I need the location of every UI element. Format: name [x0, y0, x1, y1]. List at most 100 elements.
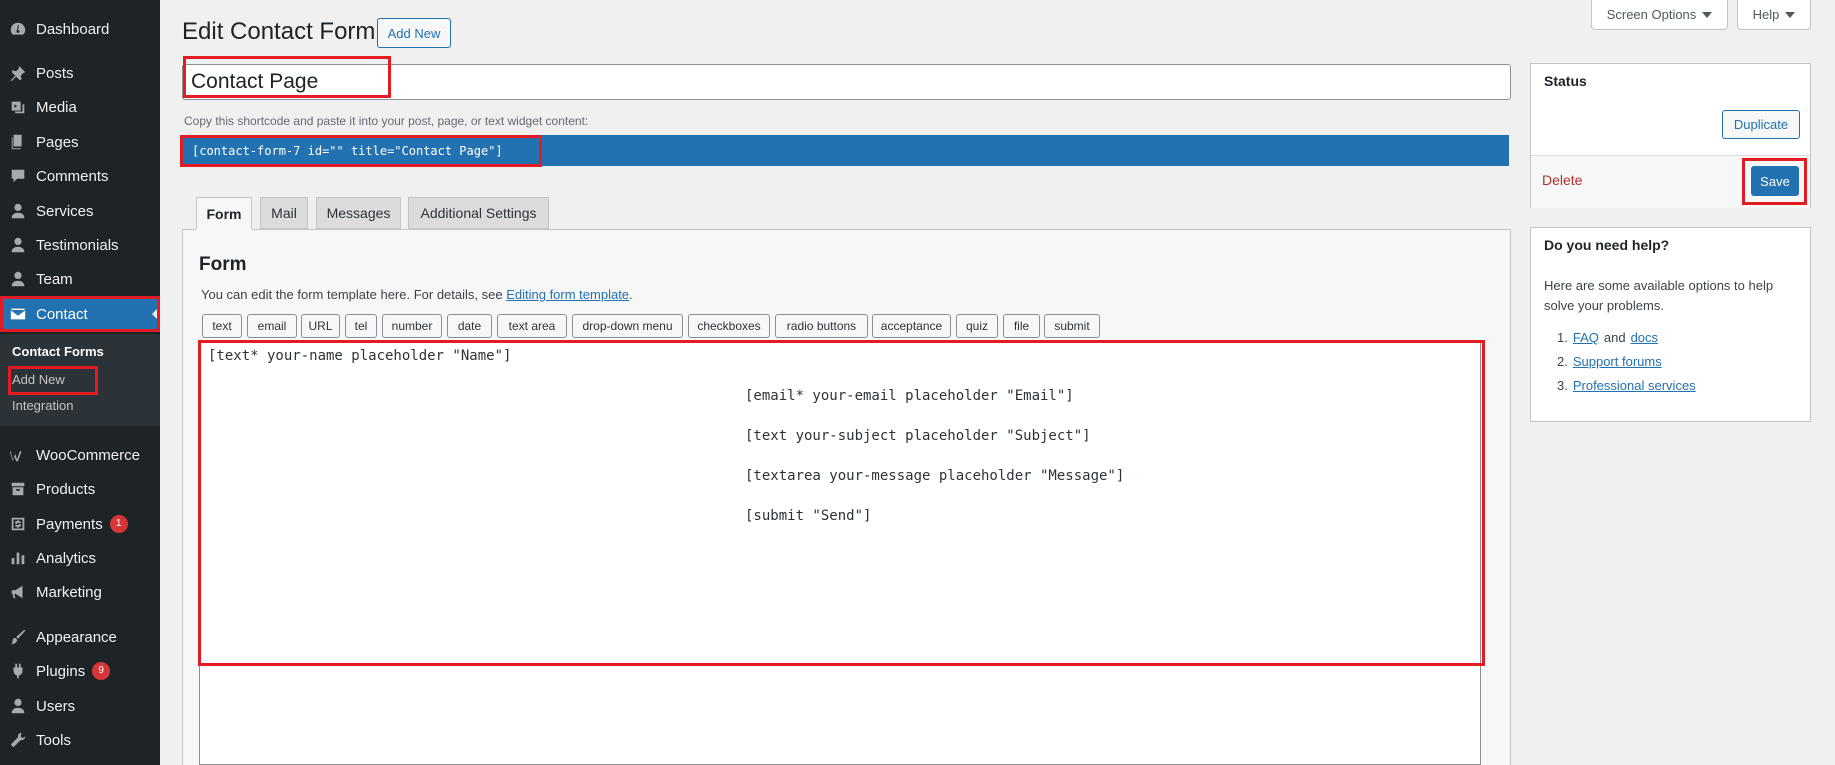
user-icon [0, 696, 36, 716]
pin-icon [0, 63, 36, 83]
submenu-add-new[interactable]: Add New [12, 372, 65, 387]
panel-description-suffix: . [629, 287, 633, 302]
sidebar-item-woocommerce[interactable]: WooCommerce [0, 438, 160, 472]
form-template-editor[interactable]: [text* your-name placeholder "Name"] [em… [199, 342, 1481, 765]
sidebar-item-comments[interactable]: Comments [0, 159, 160, 193]
sidebar-item-appearance[interactable]: Appearance [0, 620, 160, 654]
wrench-icon [0, 730, 36, 750]
sidebar-item-media[interactable]: Media [0, 90, 160, 124]
plugin-icon [0, 661, 36, 681]
duplicate-button[interactable]: Duplicate [1722, 110, 1800, 139]
list-number: 1. [1557, 330, 1568, 345]
template-line: [textarea your-message placeholder "Mess… [745, 468, 1125, 484]
sidebar-item-tools[interactable]: Tools [0, 723, 160, 757]
media-icon [0, 97, 36, 117]
sidebar-item-analytics[interactable]: Analytics [0, 541, 160, 575]
sidebar-item-pages[interactable]: Pages [0, 125, 160, 159]
save-button[interactable]: Save [1751, 166, 1799, 196]
tab-form[interactable]: Form [196, 197, 252, 230]
help-box-title: Do you need help? [1544, 237, 1670, 253]
tag-button-radio-buttons[interactable]: radio buttons [775, 314, 868, 338]
tag-button-checkboxes[interactable]: checkboxes [688, 314, 770, 338]
list-item: 1. FAQ and docs [1557, 330, 1696, 354]
submenu-contact-forms[interactable]: Contact Forms [12, 344, 104, 359]
tag-button-text-area[interactable]: text area [497, 314, 567, 338]
tag-button-quiz[interactable]: quiz [956, 314, 998, 338]
template-line: [text your-subject placeholder "Subject"… [745, 428, 1091, 444]
archive-icon [0, 479, 36, 499]
tag-button-email[interactable]: email [247, 314, 297, 338]
sidebar-item-plugins[interactable]: Plugins 9 [0, 654, 160, 688]
template-line: [submit "Send"] [745, 508, 872, 524]
plugins-count-badge: 9 [92, 662, 111, 680]
contact-submenu: Contact Forms Add New Integration [0, 334, 160, 426]
help-label: Help [1752, 7, 1780, 22]
list-item: 3. Professional services [1557, 378, 1696, 402]
screen-options-label: Screen Options [1606, 7, 1697, 22]
brush-icon [0, 627, 36, 647]
help-box-text: Here are some available options to help … [1544, 278, 1774, 313]
template-line: [email* your-email placeholder "Email"] [745, 388, 1074, 404]
sidebar-item-team[interactable]: Team [0, 262, 160, 296]
sidebar-item-dashboard[interactable]: Dashboard [0, 12, 160, 46]
sidebar-item-products[interactable]: Products [0, 472, 160, 506]
docs-link[interactable]: docs [1631, 330, 1658, 354]
tag-button-number[interactable]: number [382, 314, 442, 338]
shortcode-hint: Copy this shortcode and paste it into yo… [184, 114, 589, 128]
tag-button-submit[interactable]: submit [1044, 314, 1100, 338]
shortcode-field[interactable]: [contact-form-7 id="" title="Contact Pag… [182, 135, 1509, 166]
and-text: and [1603, 330, 1626, 345]
submenu-integration[interactable]: Integration [12, 398, 73, 413]
tag-button-date[interactable]: date [447, 314, 492, 338]
comment-icon [0, 166, 36, 186]
list-item: 2. Support forums [1557, 354, 1696, 378]
caret-down-icon [1702, 11, 1713, 18]
sidebar-item-payments[interactable]: Payments 1 [0, 507, 160, 541]
tag-button-url[interactable]: URL [301, 314, 340, 338]
tag-button-file[interactable]: file [1003, 314, 1040, 338]
tab-additional-settings[interactable]: Additional Settings [408, 197, 549, 229]
admin-sidebar: Dashboard Posts Media Pages Comments Ser… [0, 0, 160, 765]
add-new-button[interactable]: Add New [377, 18, 451, 48]
megaphone-icon [0, 582, 36, 602]
current-menu-arrow [152, 306, 160, 322]
sidebar-item-testimonials[interactable]: Testimonials [0, 228, 160, 262]
user-icon [0, 269, 36, 289]
support-forums-link[interactable]: Support forums [1573, 354, 1662, 378]
professional-services-link[interactable]: Professional services [1573, 378, 1696, 402]
tag-button-text[interactable]: text [202, 314, 242, 338]
template-line: [text* your-name placeholder "Name"] [208, 348, 512, 364]
tag-button-tel[interactable]: tel [345, 314, 377, 338]
screen-options-button[interactable]: Screen Options [1591, 0, 1728, 30]
faq-link[interactable]: FAQ [1573, 330, 1599, 354]
help-options-list: 1. FAQ and docs 2. Support forums 3. Professi… [1557, 330, 1696, 402]
sidebar-item-marketing[interactable]: Marketing [0, 575, 160, 609]
panel-heading: Form [199, 254, 247, 275]
help-button[interactable]: Help [1737, 0, 1811, 30]
user-icon [0, 235, 36, 255]
page-title: Edit Contact Form [182, 18, 376, 45]
woo-icon [0, 445, 36, 465]
sidebar-item-services[interactable]: Services [0, 194, 160, 228]
form-title-input[interactable] [182, 64, 1511, 100]
payments-count-badge: 1 [109, 515, 128, 533]
pages-icon [0, 132, 36, 152]
dashboard-icon [0, 19, 36, 39]
sidebar-item-contact[interactable]: Contact [0, 297, 160, 331]
status-box-title: Status [1544, 73, 1587, 89]
tag-button-acceptance[interactable]: acceptance [872, 314, 951, 338]
sidebar-item-users[interactable]: Users [0, 689, 160, 723]
caret-down-icon [1785, 11, 1796, 18]
tab-messages[interactable]: Messages [316, 197, 401, 229]
editing-form-template-link[interactable]: Editing form template [506, 287, 629, 302]
sidebar-item-posts[interactable]: Posts [0, 56, 160, 90]
panel-description: You can edit the form template here. For… [201, 287, 633, 302]
tag-button-drop-down-menu[interactable]: drop-down menu [572, 314, 683, 338]
delete-link[interactable]: Delete [1542, 172, 1582, 188]
panel-description-text: You can edit the form template here. For… [201, 287, 507, 302]
user-icon [0, 201, 36, 221]
chart-icon [0, 548, 36, 568]
tab-mail[interactable]: Mail [260, 197, 308, 229]
envelope-icon [0, 304, 36, 324]
list-number: 2. [1557, 354, 1568, 369]
